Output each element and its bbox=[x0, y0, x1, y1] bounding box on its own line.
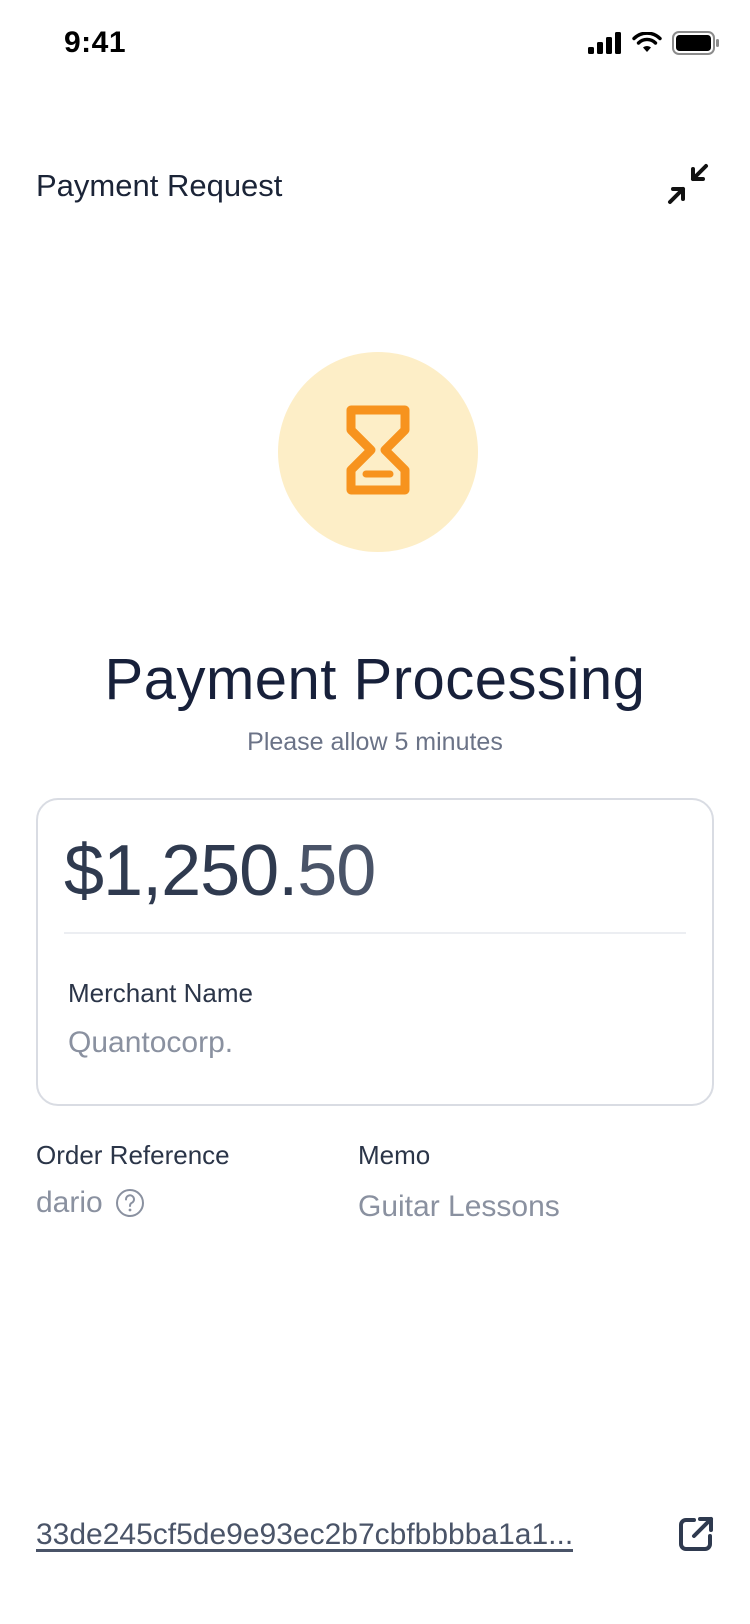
wifi-icon bbox=[632, 31, 662, 59]
amount-whole: $1,250. bbox=[64, 831, 298, 911]
collapse-button[interactable] bbox=[664, 162, 712, 210]
status-time: 9:41 bbox=[64, 26, 127, 59]
amount-cents: 50 bbox=[297, 831, 376, 911]
header: Payment Request bbox=[0, 150, 750, 222]
merchant-label: Merchant Name bbox=[68, 978, 253, 1008]
external-link-icon bbox=[676, 1514, 716, 1559]
status-icons bbox=[588, 30, 720, 60]
hourglass-icon bbox=[343, 404, 413, 501]
order-reference-text: dario bbox=[36, 1186, 103, 1219]
question-circle-icon[interactable] bbox=[115, 1188, 145, 1218]
amount-card: $1,250.50 Merchant Name Quantocorp. bbox=[36, 798, 714, 1106]
open-external-button[interactable] bbox=[674, 1514, 718, 1558]
order-reference-value: dario bbox=[36, 1186, 145, 1220]
status-title: Payment Processing bbox=[104, 647, 646, 712]
card-divider bbox=[64, 932, 686, 934]
memo-label: Memo bbox=[358, 1140, 431, 1170]
payment-amount: $1,250.50 bbox=[64, 830, 376, 912]
status-subtitle: Please allow 5 minutes bbox=[247, 728, 503, 756]
cellular-signal-icon bbox=[588, 31, 622, 59]
memo-value: Guitar Lessons bbox=[358, 1190, 560, 1223]
transaction-hash-link[interactable]: 33de245cf5de9e93ec2b7cbfbbbba1a1... bbox=[36, 1518, 573, 1552]
merchant-value: Quantocorp. bbox=[68, 1026, 234, 1059]
order-reference-label: Order Reference bbox=[36, 1140, 230, 1170]
battery-icon bbox=[672, 30, 720, 60]
status-indicator bbox=[278, 352, 478, 552]
page-title: Payment Request bbox=[36, 168, 283, 203]
status-bar: 9:41 bbox=[0, 0, 750, 92]
collapse-arrows-icon bbox=[666, 162, 710, 211]
